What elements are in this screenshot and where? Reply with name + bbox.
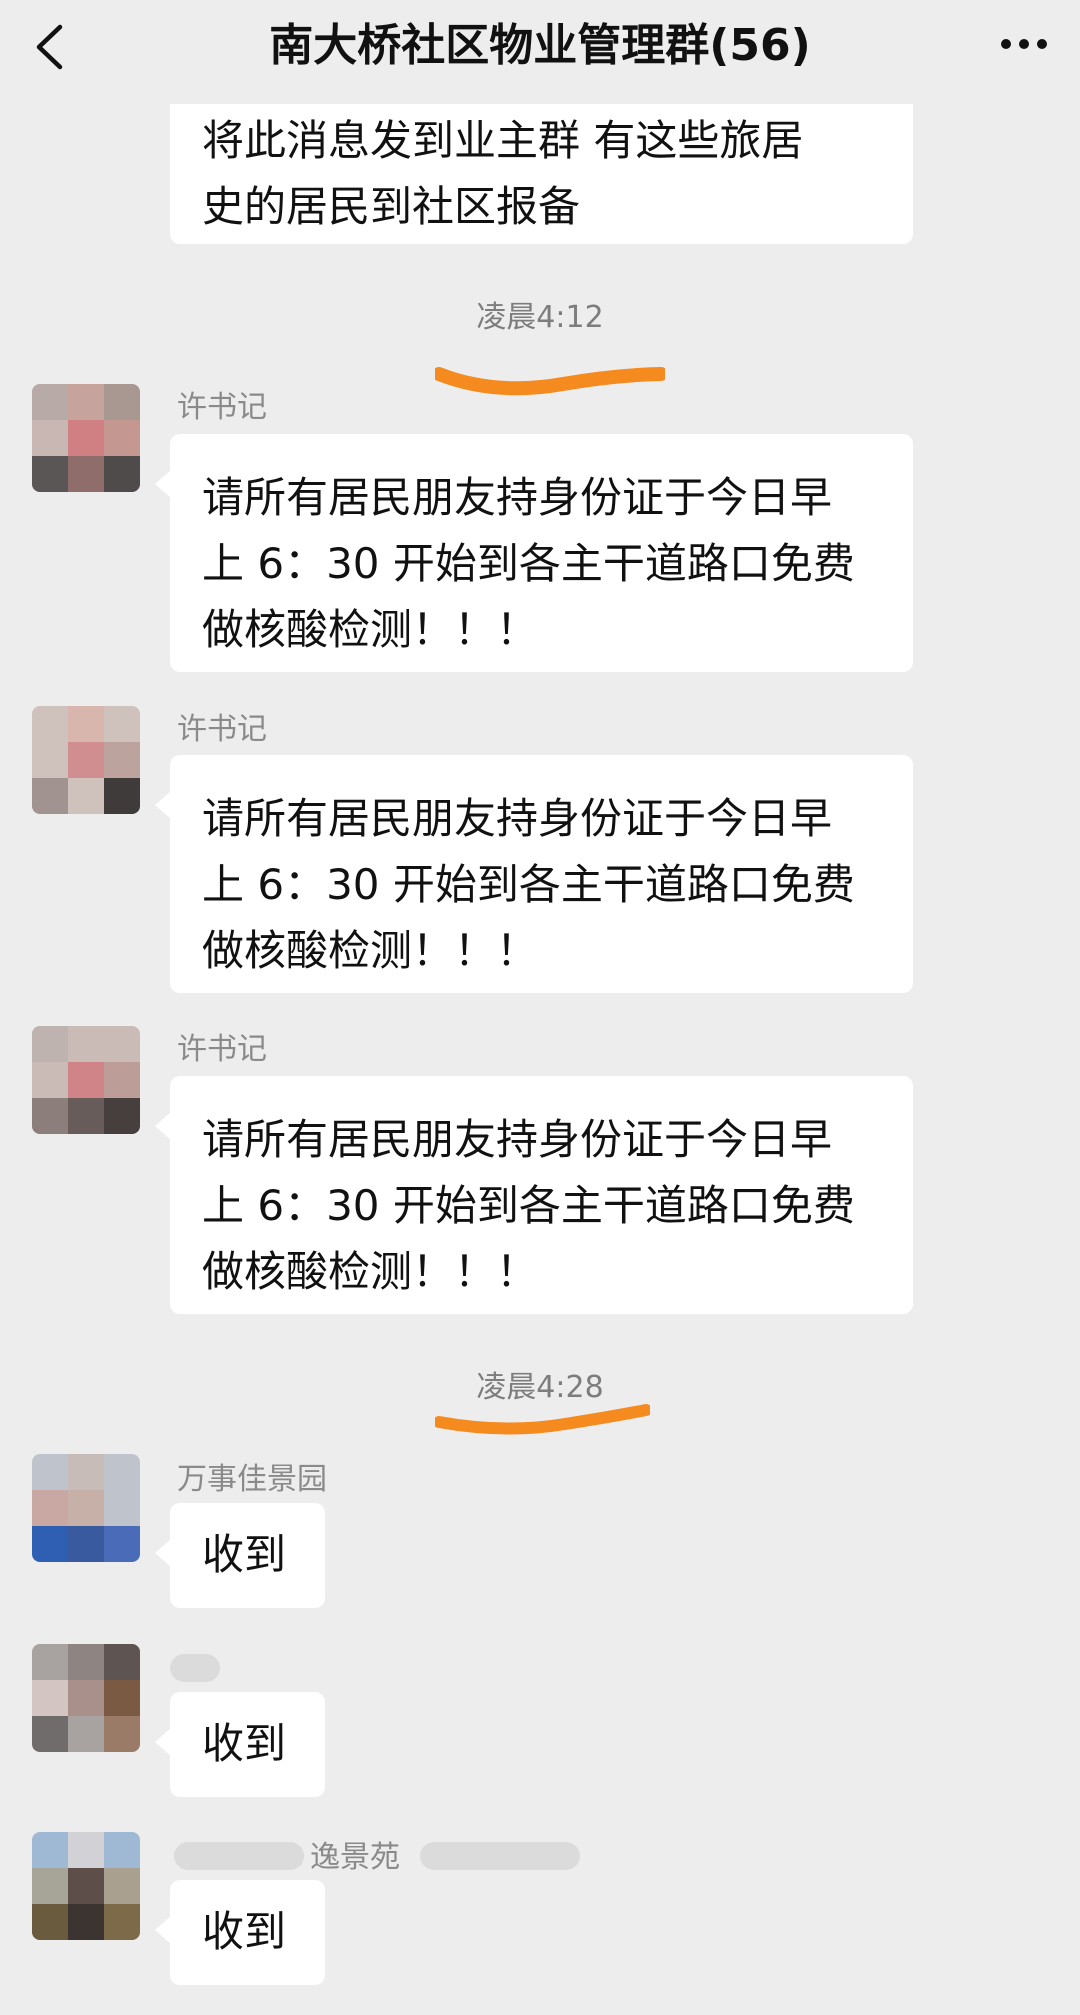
message-bubble[interactable]: 请所有居民朋友持身份证于今日早 上 6：30 开始到各主干道路口免费 做核酸检测… xyxy=(155,1076,913,1314)
avatar[interactable] xyxy=(32,1832,140,1940)
more-dots-icon xyxy=(1001,39,1047,49)
message-bubble[interactable]: 请所有居民朋友持身份证于今日早 上 6：30 开始到各主干道路口免费 做核酸检测… xyxy=(155,434,913,672)
blurred-sender-name xyxy=(174,1842,304,1870)
sender-name: 许书记 xyxy=(177,390,267,425)
sender-name: 许书记 xyxy=(177,712,267,747)
sender-name: 逸景苑 xyxy=(310,1840,400,1875)
avatar[interactable] xyxy=(32,706,140,814)
avatar[interactable] xyxy=(32,1454,140,1562)
sender-name: 万事佳景园 xyxy=(177,1462,327,1497)
highlight-underline xyxy=(435,367,665,396)
more-button[interactable] xyxy=(990,22,1060,72)
highlight-underline xyxy=(435,1404,650,1435)
message-bubble[interactable]: 将此消息发到业主群 有这些旅居 史的居民到社区报备 xyxy=(170,104,913,244)
message-bubble[interactable]: 收到 xyxy=(155,1503,325,1608)
sender-name: 许书记 xyxy=(177,1032,267,1067)
timestamp: 凌晨4:12 xyxy=(476,300,604,335)
message-bubble[interactable]: 请所有居民朋友持身份证于今日早 上 6：30 开始到各主干道路口免费 做核酸检测… xyxy=(155,755,913,993)
avatar[interactable] xyxy=(32,1644,140,1752)
avatar[interactable] xyxy=(32,1026,140,1134)
chat-title: 南大桥社区物业管理群(56) xyxy=(269,20,811,71)
message-bubble[interactable]: 收到 xyxy=(155,1880,325,1985)
chat-header: 南大桥社区物业管理群(56) xyxy=(0,0,1080,92)
blurred-sender-name xyxy=(170,1654,220,1682)
avatar[interactable] xyxy=(32,384,140,492)
blurred-sender-name xyxy=(420,1842,580,1870)
message-bubble[interactable]: 收到 xyxy=(155,1692,325,1797)
